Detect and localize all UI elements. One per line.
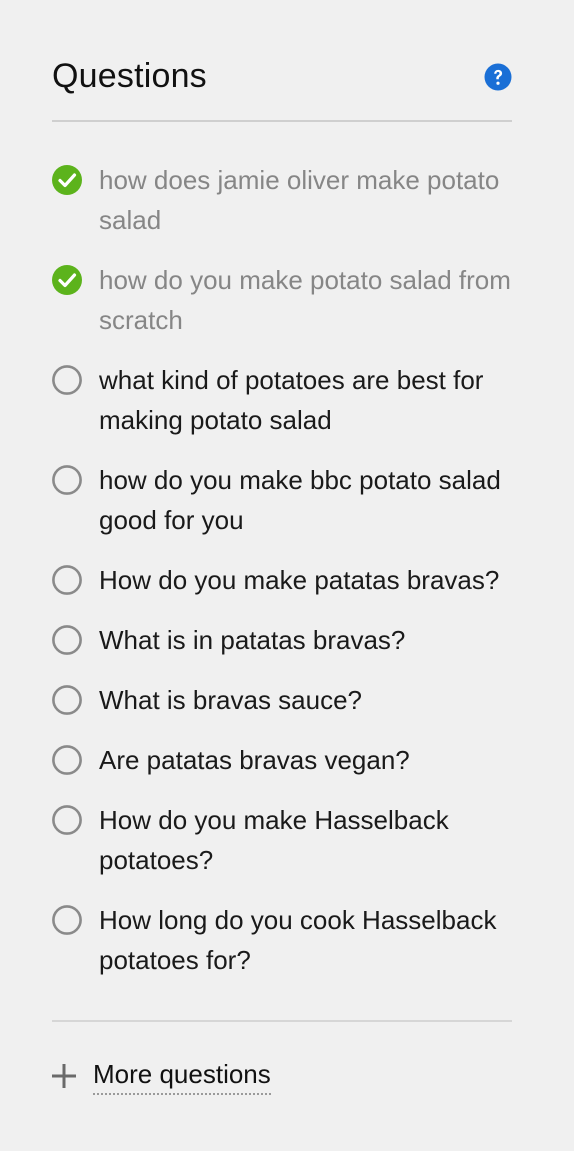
question-text: How do you make patatas bravas? — [99, 565, 500, 595]
question-item[interactable]: How do you make patatas bravas? — [52, 560, 512, 600]
more-questions-button[interactable]: More questions — [52, 1056, 512, 1096]
check-circle-icon — [52, 165, 82, 195]
question-item[interactable]: How long do you cook Hasselback potatoes… — [52, 900, 512, 980]
question-item[interactable]: What is bravas sauce? — [52, 680, 512, 720]
question-text: What is bravas sauce? — [99, 685, 363, 715]
empty-circle-icon — [52, 625, 82, 655]
question-item[interactable]: what kind of potatoes are best for makin… — [52, 360, 512, 440]
question-item[interactable]: Are patatas bravas vegan? — [52, 740, 512, 780]
check-circle-icon — [52, 265, 82, 295]
empty-circle-icon — [52, 745, 82, 775]
empty-circle-icon — [52, 905, 82, 935]
more-questions-label: More questions — [93, 1057, 271, 1095]
empty-circle-icon — [52, 685, 82, 715]
question-text: How do you make Hasselback potatoes? — [99, 805, 449, 875]
question-text: Are patatas bravas vegan? — [99, 745, 410, 775]
questions-panel: Questions how does jamie oliver make pot… — [0, 0, 574, 1151]
question-item[interactable]: how does jamie oliver make potato salad — [52, 160, 512, 240]
question-item[interactable]: How do you make Hasselback potatoes? — [52, 800, 512, 880]
question-text: what kind of potatoes are best for makin… — [99, 365, 484, 435]
question-list: how does jamie oliver make potato salad h… — [52, 122, 512, 1022]
plus-icon — [52, 1064, 76, 1088]
empty-circle-icon — [52, 465, 82, 495]
question-text: how do you make bbc potato salad good fo… — [99, 465, 501, 535]
panel-header: Questions — [52, 0, 512, 122]
question-item[interactable]: how do you make potato salad from scratc… — [52, 260, 512, 340]
question-text: How long do you cook Hasselback potatoes… — [99, 905, 497, 975]
empty-circle-icon — [52, 365, 82, 395]
panel-title: Questions — [52, 57, 207, 95]
question-circle-icon[interactable] — [484, 63, 512, 91]
question-text: What is in patatas bravas? — [99, 625, 406, 655]
question-text: how does jamie oliver make potato salad — [99, 165, 500, 235]
question-item[interactable]: What is in patatas bravas? — [52, 620, 512, 660]
question-text: how do you make potato salad from scratc… — [99, 265, 511, 335]
empty-circle-icon — [52, 565, 82, 595]
question-item[interactable]: how do you make bbc potato salad good fo… — [52, 460, 512, 540]
empty-circle-icon — [52, 805, 82, 835]
